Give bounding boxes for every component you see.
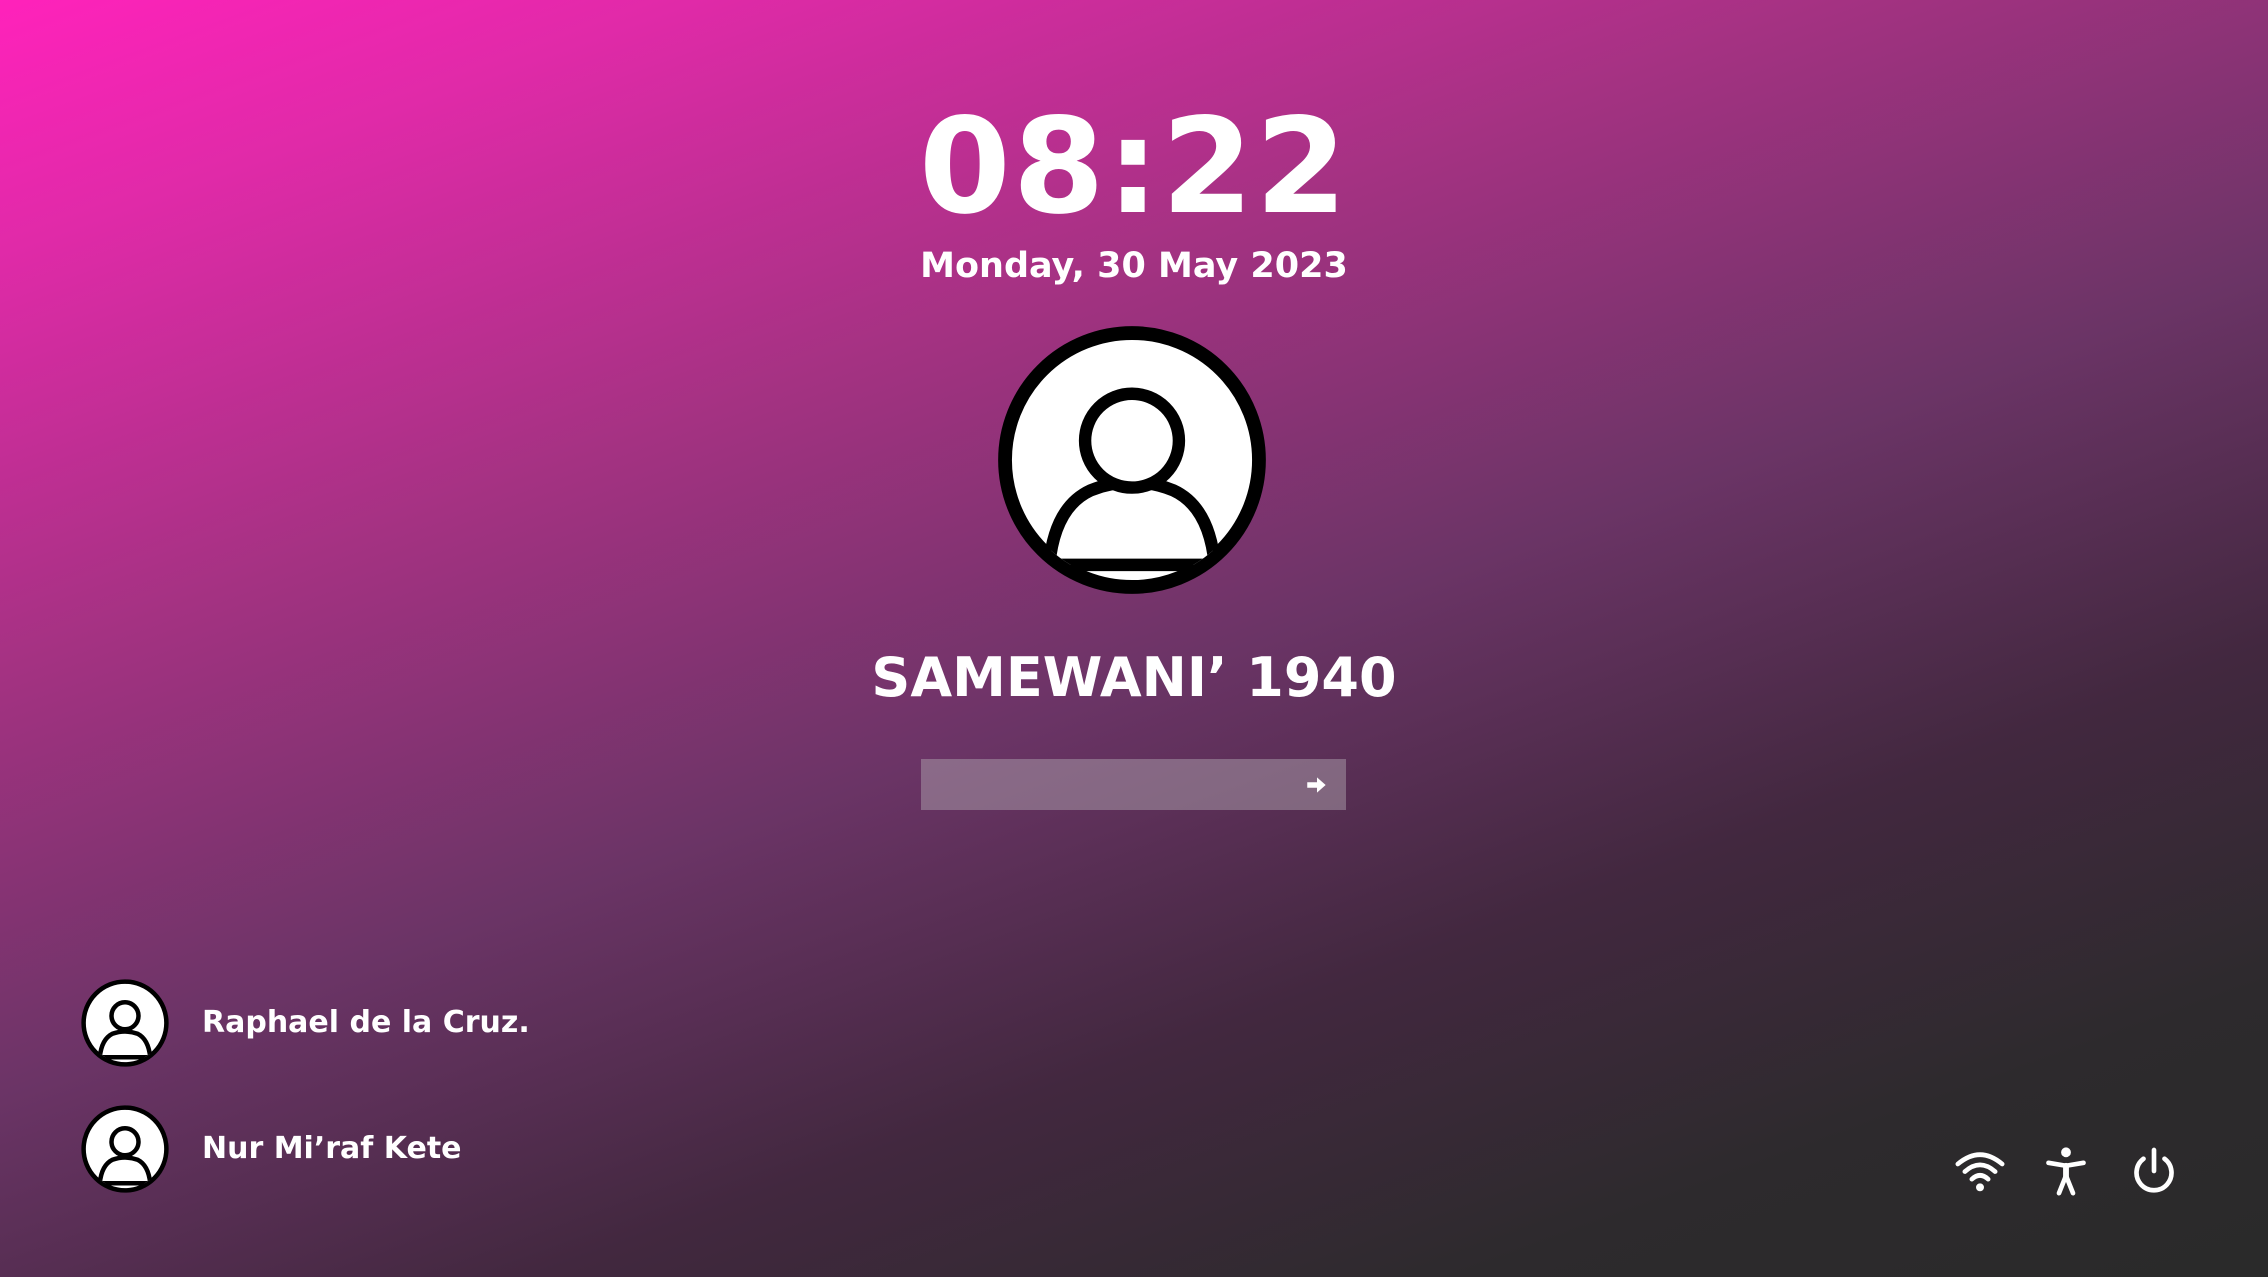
user-avatar: [80, 1104, 170, 1194]
current-user-name: SAMEWANI’ 1940: [871, 646, 1397, 709]
current-user-avatar[interactable]: [994, 322, 1270, 598]
user-icon: [998, 326, 1266, 594]
accessibility-button[interactable]: [2038, 1143, 2094, 1199]
user-name: Nur Mi’raf Kete: [202, 1131, 462, 1166]
submit-button[interactable]: [1304, 772, 1330, 798]
user-icon: [81, 1105, 169, 1193]
arrow-right-icon: [1307, 777, 1326, 793]
accessibility-icon: [2046, 1147, 2086, 1196]
user-avatar: [80, 978, 170, 1068]
password-input[interactable]: [921, 759, 1291, 810]
clock-time: 08:22: [918, 90, 1350, 244]
wifi-icon: [1955, 1152, 2005, 1192]
user-item-raphael[interactable]: Raphael de la Cruz.: [80, 978, 540, 1068]
clock-date: Monday, 30 May 2023: [920, 246, 1348, 286]
power-button[interactable]: [2126, 1143, 2182, 1199]
wifi-button[interactable]: [1952, 1143, 2008, 1199]
password-field[interactable]: [921, 759, 1346, 810]
power-icon: [2134, 1147, 2174, 1193]
user-name: Raphael de la Cruz.: [202, 1005, 530, 1040]
user-item-nur[interactable]: Nur Mi’raf Kete: [80, 1104, 540, 1194]
user-icon: [81, 979, 169, 1067]
